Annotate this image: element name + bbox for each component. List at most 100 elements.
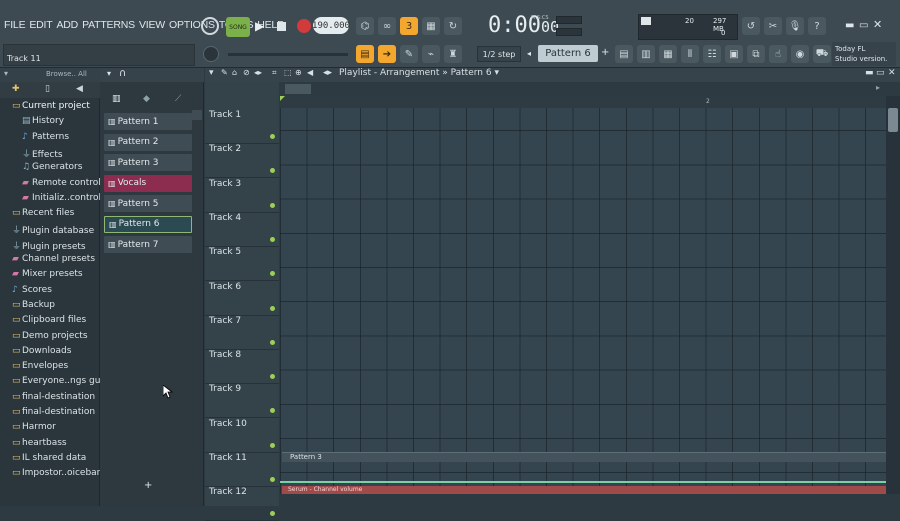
track-header[interactable]: Track 5	[205, 247, 279, 282]
automation-tab-icon[interactable]: ⟋	[175, 94, 181, 104]
browser-item[interactable]: ▭Envelopes	[12, 361, 68, 371]
playlist-maximize-icon[interactable]: ▭	[876, 68, 885, 78]
track-mute-led[interactable]	[270, 374, 275, 380]
browser-item[interactable]: ▰ Initializ..controls	[22, 193, 106, 203]
tempo-display[interactable]: 190.000	[312, 17, 350, 34]
menu-view[interactable]: VIEW	[139, 19, 165, 31]
menu-patterns[interactable]: PATTERNS	[82, 19, 135, 31]
track-mute-led[interactable]	[270, 511, 275, 517]
track-header[interactable]: Track 9	[205, 384, 279, 419]
countdown-icon[interactable]: 3	[400, 17, 418, 35]
browser-item[interactable]: ♫ Generators	[22, 162, 82, 172]
track-mute-led[interactable]	[270, 236, 275, 242]
browser-item[interactable]: ▭final-destination	[12, 407, 95, 417]
song-position-marker[interactable]	[280, 96, 285, 101]
channel-rack-icon[interactable]: ▦	[659, 45, 677, 63]
browser-icon[interactable]: ☷	[703, 45, 721, 63]
browser-item[interactable]: ▤History	[22, 116, 64, 126]
browser-item[interactable]: ▭final-destination	[12, 392, 95, 402]
track-header[interactable]: Track 7	[205, 316, 279, 350]
timeline-ruler[interactable]: 2	[280, 96, 886, 108]
record-button[interactable]	[297, 19, 311, 33]
browser-item[interactable]: ▭Demo projects	[12, 331, 88, 341]
web-icon[interactable]: ◉	[791, 45, 809, 63]
playlist-close-icon[interactable]: ✕	[888, 68, 896, 78]
browser-menu-icon[interactable]: ▾	[4, 69, 8, 78]
browser-item[interactable]: ▭heartbass	[12, 438, 67, 448]
browser-item[interactable]: ♪ Patterns	[22, 132, 69, 142]
pattern-clip[interactable]: Pattern 3	[282, 452, 886, 462]
playlist-arrows-icon[interactable]: ◂▸	[323, 68, 332, 78]
wait-input-icon[interactable]: ∞	[378, 17, 396, 35]
playback-icon[interactable]: ◀	[307, 68, 313, 77]
browser-item[interactable]: ▰ Remote control	[22, 178, 101, 188]
track-mute-led[interactable]	[270, 271, 275, 277]
step-edit-icon[interactable]: ▦	[422, 17, 440, 35]
pattern-item[interactable]: ▥ Pattern 7	[104, 236, 192, 253]
maximize-icon[interactable]: ▭	[859, 20, 868, 31]
track-header[interactable]: Track 3	[205, 179, 279, 213]
track-mute-led[interactable]	[270, 134, 275, 139]
star-icon[interactable]: ✚	[12, 84, 20, 94]
master-pitch-slider[interactable]	[228, 53, 348, 56]
pattern-item[interactable]: ▥ Pattern 5	[104, 195, 192, 212]
speaker-icon[interactable]: ◀	[76, 84, 83, 94]
snap-step-select[interactable]: 1/2 step	[477, 46, 521, 62]
playlist-tool-icons[interactable]: ▾	[209, 68, 214, 78]
browser-item[interactable]: ⏚Plugin database	[12, 223, 94, 236]
loop-record-icon[interactable]: ↻	[444, 17, 462, 35]
minimize-icon[interactable]: ▬	[845, 20, 854, 31]
slice-icon[interactable]: ⌗	[272, 68, 277, 78]
microphone-icon[interactable]: 🎙	[786, 17, 804, 35]
track-mute-led[interactable]	[270, 339, 275, 345]
pattern-item[interactable]: ▥ Pattern 3	[104, 154, 192, 171]
cart-icon[interactable]: ⛟	[813, 45, 831, 63]
link-icon[interactable]: ⌁	[422, 45, 440, 63]
draw-mode-icon[interactable]: ➔	[378, 45, 396, 63]
audio-tab-icon[interactable]: ◆	[143, 94, 150, 104]
track-header[interactable]: Track 1	[205, 110, 279, 144]
play-icon[interactable]: ▶	[255, 19, 264, 33]
track-header[interactable]: Track 4	[205, 213, 279, 247]
pattern-add-icon[interactable]: +	[601, 47, 609, 58]
playlist-scroll-right[interactable]: ▸	[876, 83, 880, 92]
master-volume-meter[interactable]	[556, 16, 582, 24]
track-header[interactable]: Track 2	[205, 144, 279, 179]
pattern-selector[interactable]: Pattern 6	[538, 45, 598, 62]
plugin-picker-icon[interactable]: ⧉	[747, 45, 765, 63]
playlist-icon[interactable]: ▤	[615, 45, 633, 63]
track-mute-led[interactable]	[270, 305, 275, 311]
browser-item[interactable]: ▭Everyone..ngs guns	[12, 376, 111, 386]
paint-icon[interactable]: ✎	[400, 45, 418, 63]
browser-item[interactable]: ▭Downloads	[12, 346, 71, 356]
cut-icon[interactable]: ✂	[764, 17, 782, 35]
song-mode-button[interactable]: SONG	[226, 17, 250, 37]
mixer-icon[interactable]: ⫴	[681, 45, 699, 63]
brush-icon[interactable]: ⌂	[232, 68, 237, 77]
track-header[interactable]: Track 10	[205, 419, 279, 453]
master-volume-knob[interactable]	[203, 46, 219, 62]
pattern-item[interactable]: ▥ Pattern 2	[104, 133, 192, 151]
browser-item[interactable]: ▭Clipboard files	[12, 315, 86, 325]
playlist-minimize-icon[interactable]: ▬	[865, 68, 874, 78]
track-header[interactable]: Track 8	[205, 350, 279, 385]
track-mute-led[interactable]	[270, 202, 275, 208]
browser-item[interactable]: ▭Backup	[12, 300, 55, 310]
news-panel[interactable]: Today FL Studio version.	[832, 42, 896, 66]
help-icon[interactable]: ?	[808, 17, 826, 35]
delete-icon[interactable]: ⊘	[243, 68, 250, 77]
piano-roll-icon[interactable]: ▥	[637, 45, 655, 63]
master-pitch-meter[interactable]	[556, 28, 582, 36]
track-mute-led[interactable]	[270, 477, 275, 482]
track-header[interactable]: Track 11	[205, 453, 279, 487]
pencil-icon[interactable]: ✎	[221, 68, 228, 77]
picker-scroll-up[interactable]	[192, 110, 202, 120]
project-icon[interactable]: ▣	[725, 45, 743, 63]
browser-item[interactable]: ▰ Mixer presets	[12, 269, 83, 279]
zoom-icon[interactable]: ⊕	[295, 68, 302, 77]
menu-file[interactable]: FILE	[4, 19, 26, 31]
playlist-grid[interactable]	[280, 96, 886, 494]
file-icon[interactable]: ▯	[45, 84, 50, 94]
playlist-scroll-bar[interactable]: ◆ ▥ ▸	[205, 82, 886, 96]
menu-add[interactable]: ADD	[57, 19, 79, 31]
